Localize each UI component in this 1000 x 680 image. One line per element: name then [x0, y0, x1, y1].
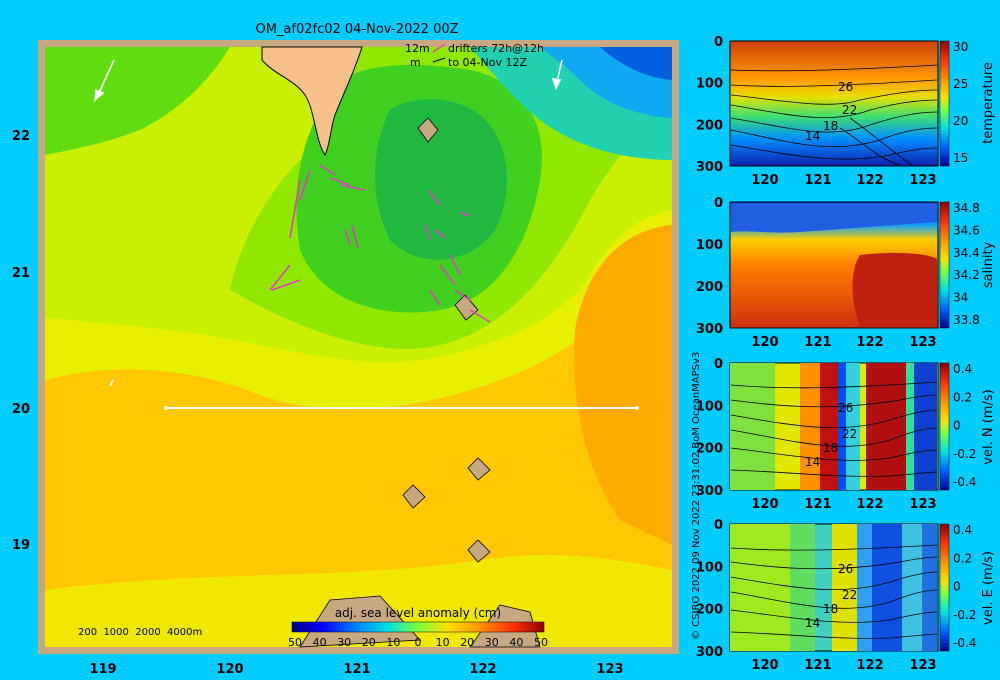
panel-colorbar-tick-label: -0.2	[953, 447, 976, 461]
colorbar-title: adj. sea level anomaly (cm)	[335, 606, 501, 620]
panel-depth-tick-label: 100	[696, 238, 723, 253]
panel-colorbar-tick-label: 33.8	[953, 313, 980, 327]
panel-x-tick-label: 123	[909, 497, 936, 512]
panel-colorbar-tick-label: 0.2	[953, 390, 972, 404]
panel-depth-tick-label: 300	[696, 160, 723, 175]
panel-x-tick-label: 123	[909, 173, 936, 188]
panel-colorbar-tick-label: 20	[953, 114, 968, 128]
panel-x-tick-label: 120	[751, 658, 778, 673]
map-panel: OM_af02fc02 04-Nov-2022 00Z 12m drifters…	[12, 22, 679, 677]
n-contour-18: 18	[823, 441, 838, 455]
map-y-tick-label: 19	[12, 538, 30, 553]
panel-colorbar-tick-label: 34.4	[953, 246, 980, 260]
depth-legend: 200 1000 2000 4000m	[78, 627, 202, 638]
credits: © CSIRO 2022 09 Nov 2022 23:31:02 BoM Oc…	[691, 352, 702, 640]
panel-depth-tick-label: 300	[696, 322, 723, 337]
panel-x-tick-label: 123	[909, 658, 936, 673]
panel-x-tick-label: 122	[856, 497, 883, 512]
panel-x-tick-label: 122	[856, 173, 883, 188]
panel-x-tick-label: 121	[804, 497, 831, 512]
salinity-label: salinity	[981, 241, 996, 288]
panel-depth-tick-label: 100	[696, 77, 723, 92]
panel-depth-tick-label: 200	[696, 118, 723, 133]
panel-colorbar-tick-label: 34.8	[953, 201, 980, 215]
t-contour-26: 26	[838, 80, 853, 94]
panel-colorbar-tick-label: -0.4	[953, 636, 976, 650]
map-y-tick-label: 20	[12, 402, 30, 417]
panel-colorbar-tick-label: 30	[953, 40, 968, 54]
vel-n-label: vel. N (m/s)	[981, 389, 996, 464]
panel-colorbar-tick-label: 0	[953, 580, 961, 594]
panel-colorbar-tick-label: -0.2	[953, 608, 976, 622]
panel-depth-tick-label: 200	[696, 280, 723, 295]
map-x-axis: 119 120 121 122 123	[89, 662, 623, 677]
panel-x-tick-label: 120	[751, 335, 778, 350]
n-contour-26: 26	[838, 401, 853, 415]
panel-colorbar-tick-label: 0.4	[953, 523, 972, 537]
colorbar-tick-label: 50	[534, 636, 548, 649]
legend-m: m	[410, 56, 421, 69]
salinity-panel: salinity	[729, 201, 996, 329]
legend-drifters: drifters 72h@12h	[448, 42, 544, 55]
panel-depth-tick-label: 0	[714, 357, 723, 372]
panel-depth-tick-label: 300	[696, 645, 723, 660]
panel-colorbar-tick-label: 34	[953, 291, 968, 305]
colorbar-tick-label: 20	[362, 636, 376, 649]
map-x-tick-label: 119	[89, 662, 116, 677]
colorbar-tick-label: 40	[313, 636, 327, 649]
panel-colorbar-tick-label: 25	[953, 77, 968, 91]
panel-x-tick-label: 120	[751, 497, 778, 512]
panel-x-tick-label: 122	[856, 658, 883, 673]
panel-colorbar-tick-label: 0.2	[953, 551, 972, 565]
e-contour-26: 26	[838, 562, 853, 576]
temperature-panel: 26 22 18 14 temperature	[729, 40, 996, 167]
panel-x-tick-label: 123	[909, 335, 936, 350]
panel-depth-tick-label: 0	[714, 196, 723, 211]
colorbar-tick-label: 10	[386, 636, 400, 649]
panel-x-tick-label: 121	[804, 335, 831, 350]
colorbar-tick-label: 10	[436, 636, 450, 649]
legend-12m: 12m	[405, 42, 430, 55]
t-contour-22: 22	[842, 103, 857, 117]
n-contour-22: 22	[842, 427, 857, 441]
salinity-high-core	[852, 252, 937, 327]
panel-colorbar-tick-label: -0.4	[953, 475, 976, 489]
map-y-tick-label: 22	[12, 129, 30, 144]
e-contour-22: 22	[842, 588, 857, 602]
panel-x-tick-label: 122	[856, 335, 883, 350]
panel-x-tick-label: 121	[804, 658, 831, 673]
panel-depth-tick-label: 0	[714, 518, 723, 533]
panel-colorbar-tick-label: 34.6	[953, 223, 980, 237]
panel-x-tick-label: 121	[804, 173, 831, 188]
map-x-tick-label: 120	[216, 662, 243, 677]
map-x-tick-label: 121	[343, 662, 370, 677]
vel-e-label: vel. E (m/s)	[981, 551, 996, 625]
colorbar-tick-label: 50	[288, 636, 302, 649]
colorbar-tick-label: 40	[509, 636, 523, 649]
e-contour-18: 18	[823, 602, 838, 616]
legend-to-date: to 04-Nov 12Z	[448, 56, 527, 69]
colorbar-tick-label: 20	[460, 636, 474, 649]
temperature-label: temperature	[981, 62, 996, 144]
colorbar-tick-label: 30	[485, 636, 499, 649]
map-y-tick-label: 21	[12, 266, 30, 281]
map-title: OM_af02fc02 04-Nov-2022 00Z	[255, 22, 458, 37]
map-y-axis: 22 21 20 19	[12, 129, 30, 553]
section-panels: 26 22 18 14 temperature salinity 26 22 1…	[696, 35, 996, 673]
panel-colorbar-tick-label: 15	[953, 151, 968, 165]
t-contour-18: 18	[823, 119, 838, 133]
colorbar-tick-label: 0	[415, 636, 422, 649]
map-x-tick-label: 123	[596, 662, 623, 677]
panel-depth-tick-label: 0	[714, 35, 723, 50]
panel-colorbar-tick-label: 34.2	[953, 268, 980, 282]
t-contour-14: 14	[805, 129, 820, 143]
map-x-tick-label: 122	[469, 662, 496, 677]
e-contour-14: 14	[805, 616, 820, 630]
colorbar-tick-label: 30	[337, 636, 351, 649]
n-contour-14: 14	[805, 455, 820, 469]
panel-colorbar-tick-label: 0	[953, 419, 961, 433]
panel-x-tick-label: 120	[751, 173, 778, 188]
panel-colorbar-tick-label: 0.4	[953, 362, 972, 376]
